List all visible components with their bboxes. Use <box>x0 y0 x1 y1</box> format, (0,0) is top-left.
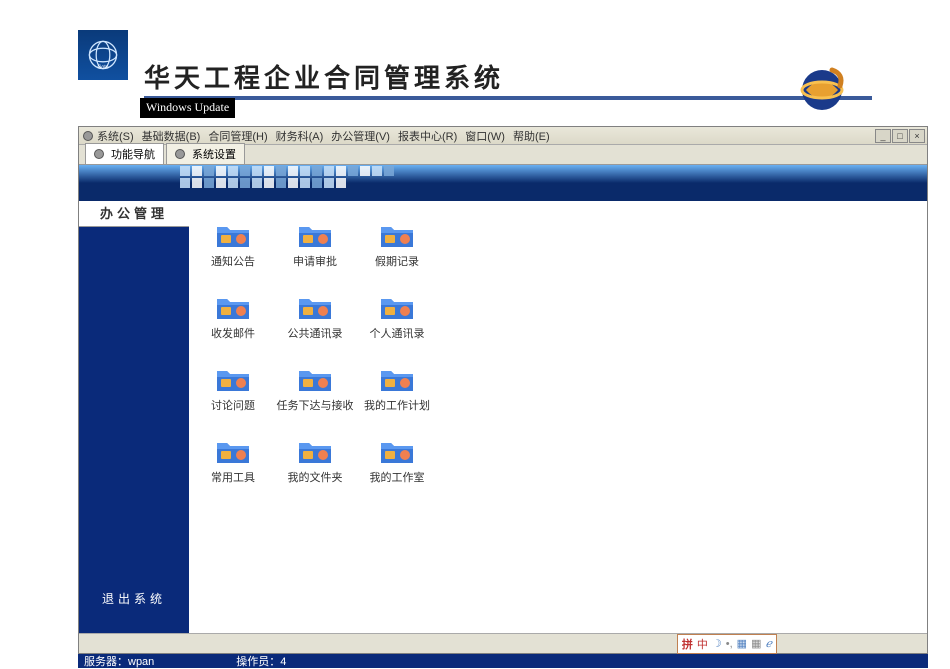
sidebar: 办公管理 退出系统 <box>79 201 189 633</box>
app-icon[interactable]: 任务下达与接收 <box>277 365 353 413</box>
app-window: 系统(S) 基础数据(B) 合同管理(H) 财务科(A) 办公管理(V) 报表中… <box>78 126 928 654</box>
app-icon-label: 我的工作计划 <box>364 397 430 413</box>
window-close-button[interactable]: × <box>909 129 925 143</box>
app-icon-label: 申请审批 <box>293 253 337 269</box>
app-icon-label: 个人通讯录 <box>370 325 425 341</box>
app-icon-label: 常用工具 <box>211 469 255 485</box>
app-icon[interactable]: 假期记录 <box>359 221 435 269</box>
app-icon-label: 我的工作室 <box>370 469 425 485</box>
workarea: 办公管理 退出系统 通知公告 申请审批 假期记录收发邮件 公共通讯录 个人通讯录讨论问题… <box>79 201 927 633</box>
app-icon[interactable]: 我的工作室 <box>359 437 435 485</box>
app-icon[interactable]: 我的文件夹 <box>277 437 353 485</box>
folder-icon <box>297 437 333 465</box>
tab-function-nav[interactable]: 功能导航 <box>85 143 164 164</box>
folder-icon <box>379 437 415 465</box>
globe-icon <box>794 60 850 116</box>
folder-icon <box>297 293 333 321</box>
menu-system[interactable]: 系统(S) <box>97 128 134 144</box>
gear-icon <box>94 149 104 159</box>
statusbar: 服务器：wpan 操作员：4 <box>78 654 928 668</box>
folder-icon <box>215 365 251 393</box>
menu-finance[interactable]: 财务科(A) <box>276 128 324 144</box>
app-icon[interactable]: 通知公告 <box>195 221 271 269</box>
app-icon-label: 任务下达与接收 <box>277 397 354 413</box>
tab-label: 系统设置 <box>192 146 236 162</box>
app-icon[interactable]: 讨论问题 <box>195 365 271 413</box>
menu-window[interactable]: 窗口(W) <box>465 128 505 144</box>
app-icon[interactable]: 收发邮件 <box>195 293 271 341</box>
menu-help[interactable]: 帮助(E) <box>513 128 550 144</box>
gear-icon <box>175 149 185 159</box>
app-icon[interactable]: 申请审批 <box>277 221 353 269</box>
app-icon-label: 收发邮件 <box>211 325 255 341</box>
folder-icon <box>297 221 333 249</box>
tabbar: 功能导航 系统设置 <box>79 145 927 165</box>
status-operator: 操作员：4 <box>230 653 292 669</box>
header-divider <box>144 96 872 100</box>
folder-icon <box>379 293 415 321</box>
app-icon[interactable]: 常用工具 <box>195 437 271 485</box>
folder-icon <box>379 221 415 249</box>
app-icon-label: 通知公告 <box>211 253 255 269</box>
menu-contract[interactable]: 合同管理(H) <box>208 128 267 144</box>
logo: Goto <box>78 30 128 80</box>
app-icon-label: 我的文件夹 <box>288 469 343 485</box>
folder-icon <box>215 437 251 465</box>
folder-icon <box>297 365 333 393</box>
status-server: 服务器：wpan <box>78 653 160 669</box>
menu-report[interactable]: 报表中心(R) <box>398 128 457 144</box>
header-subtitle: Windows Update <box>140 98 235 118</box>
content-pane: 通知公告申请审批假期记录收发邮件公共通讯录个人通讯录讨论问题任务下达与接收我的工… <box>189 201 927 633</box>
menu-office[interactable]: 办公管理(V) <box>331 128 390 144</box>
app-icon[interactable]: 个人通讯录 <box>359 293 435 341</box>
app-icon-label: 假期记录 <box>375 253 419 269</box>
gear-icon <box>83 131 93 141</box>
menu-basedata[interactable]: 基础数据(B) <box>142 128 201 144</box>
page-title: 华天工程企业合同管理系统 <box>144 58 504 95</box>
tray: 拼 中 ☽ •, ▦ ▦ ℯ <box>79 633 927 653</box>
folder-icon <box>215 293 251 321</box>
app-icon-label: 公共通讯录 <box>288 325 343 341</box>
folder-icon <box>379 365 415 393</box>
exit-system-button[interactable]: 退出系统 <box>79 578 189 633</box>
page-header: Goto 华天工程企业合同管理系统 Windows Update <box>0 0 950 100</box>
window-restore-button[interactable]: □ <box>892 129 908 143</box>
sidebar-header[interactable]: 办公管理 <box>79 201 189 227</box>
app-icon-label: 讨论问题 <box>211 397 255 413</box>
app-icon[interactable]: 公共通讯录 <box>277 293 353 341</box>
tab-label: 功能导航 <box>111 146 155 162</box>
tab-system-settings[interactable]: 系统设置 <box>166 143 245 164</box>
app-icon[interactable]: 我的工作计划 <box>359 365 435 413</box>
decorative-band <box>79 165 927 201</box>
icon-grid: 通知公告申请审批假期记录收发邮件公共通讯录个人通讯录讨论问题任务下达与接收我的工… <box>195 221 921 485</box>
folder-icon <box>215 221 251 249</box>
window-minimize-button[interactable]: _ <box>875 129 891 143</box>
ime-tray[interactable]: 拼 中 ☽ •, ▦ ▦ ℯ <box>677 634 777 654</box>
svg-text:Goto: Goto <box>97 65 108 71</box>
